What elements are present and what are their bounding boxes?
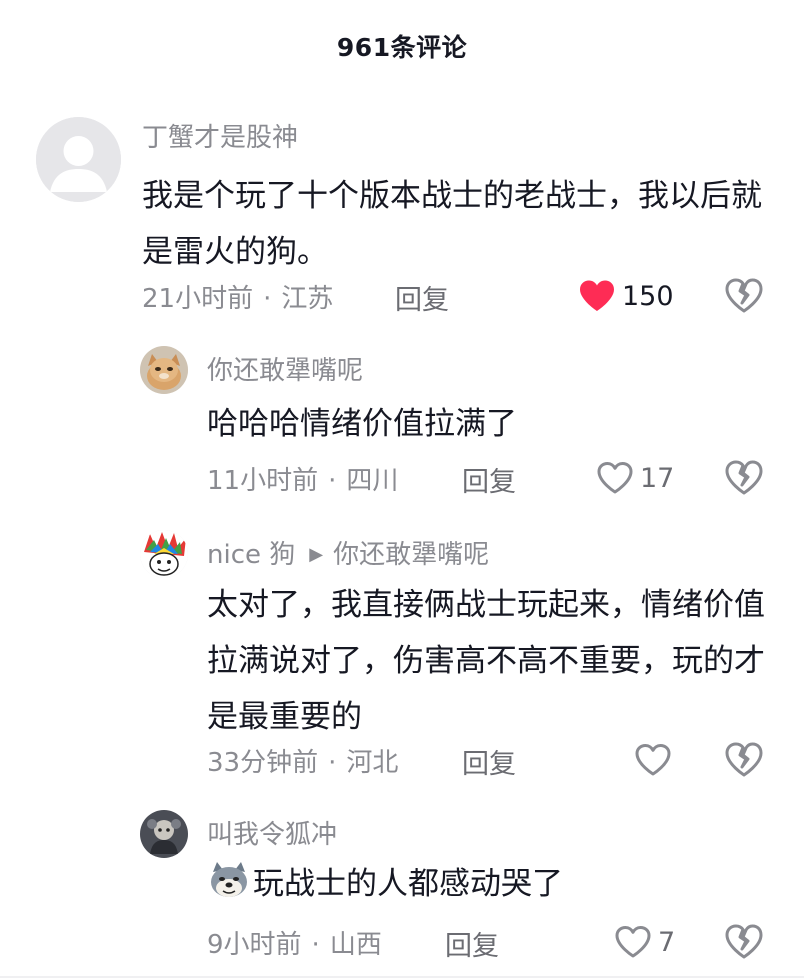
- like-count: 150: [622, 280, 674, 312]
- reply-button[interactable]: 回复: [445, 924, 499, 963]
- broken-heart-icon: [725, 924, 763, 959]
- comment-meta: 33分钟前 · 河北: [207, 748, 399, 778]
- comment-text-body: 玩战士的人都感动哭了: [253, 866, 563, 902]
- comment-text: 我是个玩了十个版本战士的老战士，我以后就是雷火的狗。: [142, 178, 762, 270]
- comment-time: 9小时前: [207, 930, 302, 960]
- comment-location: 河北: [346, 748, 399, 778]
- cat-avatar-icon: [140, 346, 188, 394]
- dislike-button[interactable]: [724, 924, 764, 960]
- comment-location: 四川: [346, 466, 399, 496]
- like-button[interactable]: 7: [614, 924, 675, 960]
- comment-text: 玩战士的人都感动哭了: [207, 856, 767, 912]
- comment-meta: 11小时前 · 四川: [207, 466, 399, 496]
- reply-target[interactable]: 你还敢犟嘴呢: [333, 540, 489, 570]
- heart-outline-icon: [597, 462, 633, 494]
- dislike-button[interactable]: [724, 742, 764, 778]
- like-count: 17: [640, 462, 675, 494]
- broken-heart-icon: [725, 742, 763, 777]
- comment-text: 哈哈哈情绪价值拉满了: [207, 406, 517, 442]
- doge-emoji-icon: [211, 862, 247, 897]
- avatar[interactable]: [36, 117, 121, 202]
- avatar[interactable]: [140, 810, 188, 858]
- play-arrow-icon: ▶: [309, 544, 324, 565]
- like-button[interactable]: 150: [578, 278, 674, 314]
- comment-username[interactable]: 叫我令狐冲: [207, 814, 337, 851]
- like-button[interactable]: 17: [596, 460, 674, 496]
- comment-text: 太对了，我直接俩战士玩起来，情绪价值拉满说对了，伤害高不高不重要，玩的才是最重要…: [207, 587, 765, 735]
- avatar[interactable]: [140, 530, 188, 578]
- like-button[interactable]: [634, 742, 678, 778]
- like-count: 7: [658, 926, 676, 958]
- comment-location: 山西: [329, 930, 382, 960]
- comment-count-title: 961条评论: [336, 33, 468, 62]
- heart-outline-icon: [615, 926, 651, 958]
- comment-username[interactable]: 你还敢犟嘴呢: [207, 350, 363, 387]
- comment-username: nice 狗 ▶ 你还敢犟嘴呢: [207, 534, 489, 571]
- dislike-button[interactable]: [724, 460, 764, 496]
- default-avatar-icon: [36, 117, 121, 202]
- broken-heart-icon: [725, 460, 763, 495]
- comment-location: 江苏: [281, 284, 334, 314]
- reply-button[interactable]: 回复: [462, 460, 516, 499]
- comment-time: 21小时前: [142, 284, 254, 314]
- broken-heart-icon: [725, 278, 763, 313]
- heart-filled-icon: [580, 280, 614, 311]
- avatar[interactable]: [140, 346, 188, 394]
- comment-time: 33分钟前: [207, 748, 319, 778]
- heart-outline-icon: [635, 744, 671, 776]
- comment-meta: 9小时前 · 山西: [207, 930, 382, 960]
- reply-author[interactable]: nice 狗: [207, 540, 295, 570]
- comment-meta: 21小时前 · 江苏: [142, 284, 334, 314]
- comment-username[interactable]: 丁蟹才是股神: [142, 117, 298, 154]
- comment-time: 11小时前: [207, 466, 319, 496]
- reply-button[interactable]: 回复: [462, 742, 516, 781]
- reply-button[interactable]: 回复: [395, 278, 449, 317]
- dislike-button[interactable]: [724, 278, 764, 314]
- colorful-avatar-icon: [140, 530, 188, 578]
- dark-avatar-icon: [140, 810, 188, 858]
